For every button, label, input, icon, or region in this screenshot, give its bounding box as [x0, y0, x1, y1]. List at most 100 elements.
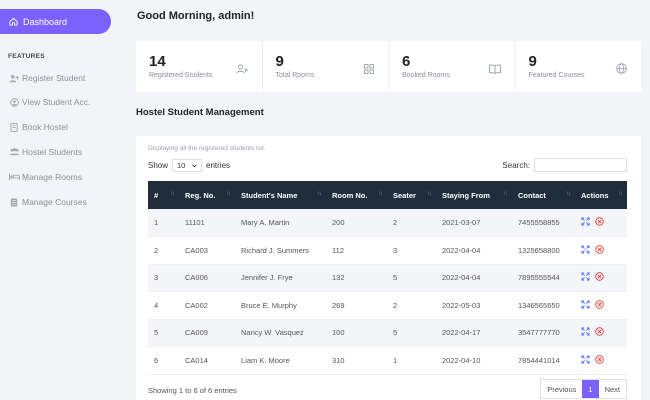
- students-table: # ↑↓ Reg. No. ↑↓ Student's Name ↑↓ Room No.…: [148, 181, 627, 375]
- sidebar-item-label: Dashboard: [23, 16, 68, 27]
- cell-actions: [575, 264, 627, 292]
- cell-seater: 1: [387, 346, 436, 375]
- cell-seater: 2: [387, 291, 436, 320]
- cell-contact: 7854441014: [512, 346, 575, 375]
- cell-reg-no: CA003: [179, 236, 235, 265]
- column-header-seater[interactable]: Seater ↑↓: [387, 181, 436, 209]
- pagination-previous[interactable]: Previous: [541, 380, 582, 398]
- stat-total-rooms: 9 Total Rooms: [263, 41, 389, 92]
- entries-length-control: Show 10 entries: [148, 159, 230, 172]
- cell-contact: 7895555544: [512, 264, 575, 292]
- delete-icon[interactable]: [595, 327, 604, 338]
- sort-icon: ↑↓: [566, 191, 571, 197]
- search-input[interactable]: [534, 158, 627, 172]
- pagination-next[interactable]: Next: [599, 380, 626, 398]
- cell-seater: 5: [387, 264, 436, 292]
- entries-select[interactable]: 10: [172, 159, 203, 172]
- sidebar-item-register-student[interactable]: Register Student: [8, 71, 85, 85]
- cell-staying-from: 2022-04-10: [436, 346, 512, 375]
- table-row: 5 CA009 Nancy W. Vasquez 100 5 2022-04-17 3547…: [148, 319, 627, 347]
- cell-staying-from: 2022-04-04: [436, 236, 512, 265]
- cell-seater: 5: [387, 319, 436, 347]
- expand-icon[interactable]: [581, 245, 590, 256]
- users-icon: [8, 148, 20, 156]
- cell-room-no: 310: [326, 346, 387, 375]
- sidebar-item-view-student-acc[interactable]: View Student Acc.: [8, 95, 90, 109]
- sidebar: Dashboard FEATURES Register Student View…: [0, 0, 120, 400]
- cell-reg-no: CA002: [179, 291, 235, 320]
- delete-icon[interactable]: [595, 245, 604, 256]
- expand-icon[interactable]: [581, 327, 590, 338]
- table-row: 1 11101 Mary A. Martin 200 2 2021-03-07 745555…: [148, 209, 627, 237]
- cell-reg-no: CA014: [179, 346, 235, 375]
- expand-icon[interactable]: [581, 217, 590, 228]
- cell-contact: 3547777770: [512, 319, 575, 347]
- sort-icon: ↑↓: [618, 191, 623, 197]
- sort-icon: ↑↓: [226, 191, 231, 197]
- stat-label: Featured Courses: [528, 72, 585, 79]
- stat-booked-rooms: 6 Booked Rooms: [389, 41, 516, 92]
- book-icon: [8, 122, 20, 132]
- stats-bar: 14 Registered Students 9 Total Rooms 6 B…: [136, 41, 641, 92]
- cell-reg-no: 11101: [179, 209, 235, 237]
- column-header-staying-from[interactable]: Staying From ↑↓: [436, 181, 512, 209]
- delete-icon[interactable]: [595, 300, 604, 311]
- section-title: Hostel Student Management: [136, 107, 264, 118]
- cell-row-number: 4: [148, 291, 179, 320]
- cell-actions: [575, 209, 627, 237]
- pagination-page-1[interactable]: 1: [582, 380, 599, 398]
- column-header-actions[interactable]: Actions ↑↓: [575, 181, 627, 209]
- sidebar-item-dashboard[interactable]: Dashboard: [0, 9, 111, 34]
- column-header-reg-no[interactable]: Reg. No. ↑↓: [179, 181, 235, 209]
- list-icon: [8, 197, 20, 207]
- stat-value: 14: [149, 53, 166, 70]
- stat-featured-courses: 9 Featured Courses: [516, 41, 642, 92]
- cell-student-name: Liam K. Moore: [235, 346, 326, 375]
- cell-room-no: 200: [326, 209, 387, 237]
- card-subtitle: Displaying all the registered students l…: [148, 145, 266, 152]
- sort-icon: ↑↓: [427, 191, 432, 197]
- sidebar-item-manage-courses[interactable]: Manage Courses: [8, 195, 87, 209]
- cell-actions: [575, 291, 627, 320]
- stat-label: Booked Rooms: [402, 72, 450, 79]
- cell-reg-no: CA009: [179, 319, 235, 347]
- sidebar-item-hostel-students[interactable]: Hostel Students: [8, 145, 82, 159]
- table-row: 3 CA006 Jennifer J. Frye 132 5 2022-04-04 7895…: [148, 264, 627, 292]
- user-circle-icon: [8, 97, 20, 107]
- cell-staying-from: 2022-04-17: [436, 319, 512, 347]
- delete-icon[interactable]: [595, 217, 604, 228]
- user-plus-icon: [235, 61, 248, 79]
- delete-icon[interactable]: [595, 355, 604, 366]
- expand-icon[interactable]: [581, 272, 590, 283]
- column-header-room-no[interactable]: Room No. ↑↓: [326, 181, 387, 209]
- cell-room-no: 269: [326, 291, 387, 320]
- stat-value: 6: [402, 53, 411, 70]
- sidebar-section-label: FEATURES: [8, 53, 45, 60]
- home-icon: [9, 17, 18, 26]
- column-header-number[interactable]: # ↑↓: [148, 181, 179, 209]
- cell-contact: 7455558855: [512, 209, 575, 237]
- cell-contact: 1325658800: [512, 236, 575, 265]
- column-header-student-name[interactable]: Student's Name ↑↓: [235, 181, 326, 209]
- show-label: Show: [148, 161, 169, 170]
- stat-value: 9: [528, 53, 537, 70]
- delete-icon[interactable]: [595, 272, 604, 283]
- expand-icon[interactable]: [581, 355, 590, 366]
- cell-staying-from: 2022-05-03: [436, 291, 512, 320]
- open-book-icon: [488, 61, 501, 79]
- sidebar-item-label: Manage Courses: [22, 197, 87, 207]
- globe-icon: [616, 61, 627, 79]
- expand-icon[interactable]: [581, 300, 590, 311]
- sidebar-item-label: View Student Acc.: [22, 97, 91, 107]
- sidebar-item-manage-rooms[interactable]: Manage Rooms: [8, 170, 82, 184]
- bed-icon: [8, 173, 20, 181]
- cell-seater: 3: [387, 236, 436, 265]
- table-row: 2 CA003 Richard J. Summers 112 3 2022-04-04 13…: [148, 236, 627, 265]
- cell-row-number: 2: [148, 236, 179, 265]
- table-row: 6 CA014 Liam K. Moore 310 1 2022-04-10 7854441…: [148, 346, 627, 375]
- column-header-contact[interactable]: Contact ↑↓: [512, 181, 575, 209]
- cell-row-number: 6: [148, 346, 179, 375]
- cell-contact: 1346565650: [512, 291, 575, 320]
- sidebar-item-book-hostel[interactable]: Book Hostel: [8, 120, 68, 134]
- grid-icon: [364, 61, 374, 79]
